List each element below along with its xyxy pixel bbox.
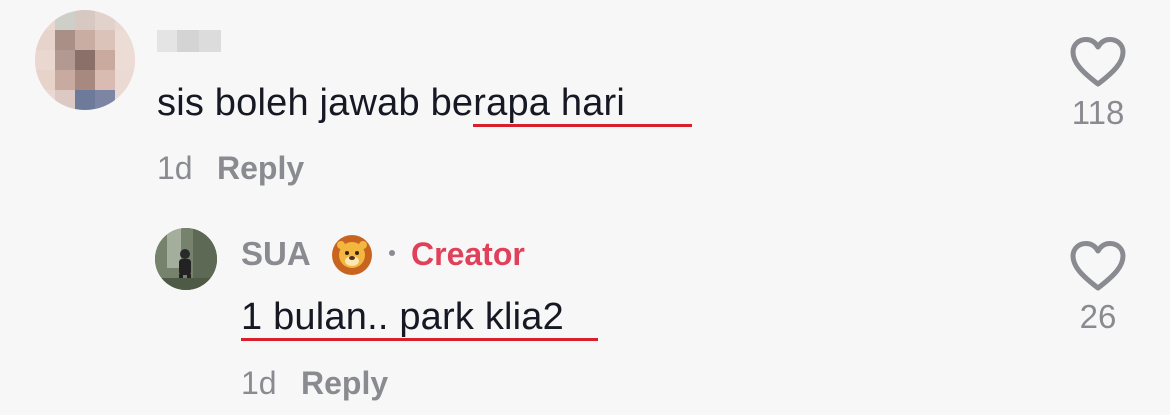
lion-face-emoji (332, 235, 372, 275)
comment-reply-button[interactable]: Reply (217, 150, 304, 187)
commenter-avatar-blurred[interactable] (35, 10, 135, 110)
comment-text-highlight: berapa hari (430, 82, 626, 124)
comment-text: sis boleh jawab berapa hari (157, 82, 625, 125)
reply-age: 1d (241, 365, 277, 401)
reply-like-count: 26 (1079, 298, 1117, 335)
reply-reply-button[interactable]: Reply (301, 365, 388, 402)
avatar-photo (155, 228, 217, 290)
reply-like-button[interactable]: 26 (1067, 240, 1129, 336)
comment-thread: sis boleh jawab berapa hari 1d Reply 118… (0, 0, 1170, 415)
annotation-underline (473, 124, 692, 127)
reply-text: 1 bulan.. park klia2 (241, 296, 564, 338)
comment-text-plain: sis boleh jawab (157, 82, 431, 124)
creator-avatar[interactable] (155, 228, 217, 290)
commenter-username-blurred[interactable] (157, 30, 221, 52)
heart-outline-icon (1070, 37, 1126, 87)
creator-username[interactable]: SUA (241, 235, 311, 273)
annotation-underline (241, 338, 598, 341)
comment-like-button[interactable]: 118 (1067, 36, 1129, 132)
heart-outline-icon (1070, 241, 1126, 291)
separator-dot (389, 250, 395, 256)
comment-like-count: 118 (1071, 94, 1125, 131)
comment-age: 1d (157, 150, 193, 186)
creator-badge: Creator (411, 236, 525, 272)
